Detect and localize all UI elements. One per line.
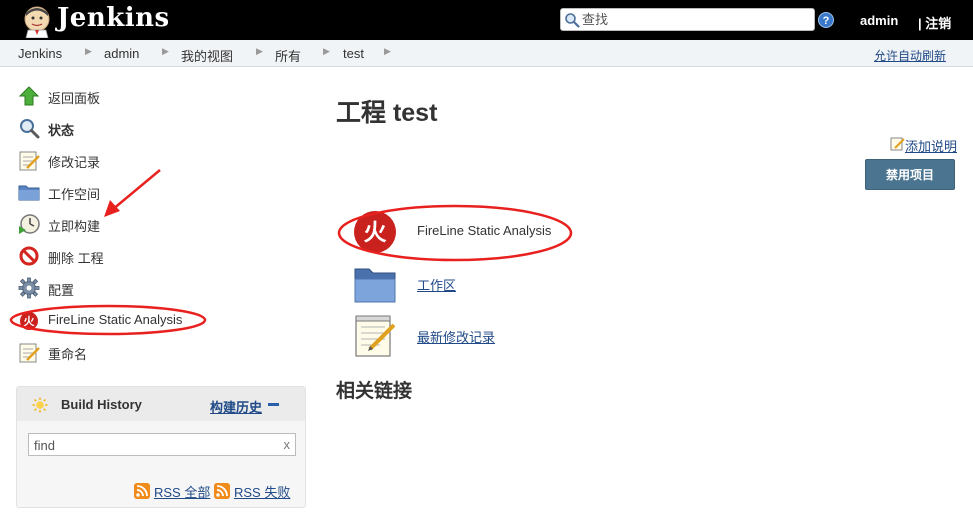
clock-play-icon xyxy=(19,214,40,234)
breadcrumb-jenkins[interactable]: Jenkins xyxy=(18,46,62,61)
fireline-link-label[interactable]: FireLine Static Analysis xyxy=(417,223,551,238)
task-delete-project[interactable]: 删除 工程 xyxy=(18,244,298,268)
task-label[interactable]: 删除 工程 xyxy=(48,248,104,267)
breadcrumb-admin[interactable]: admin xyxy=(104,46,139,61)
folder-icon xyxy=(18,185,40,201)
up-arrow-icon xyxy=(18,86,40,106)
main-link-fireline[interactable]: 火 FireLine Static Analysis xyxy=(352,209,652,255)
main-link-recent-changes[interactable]: 最新修改记录 xyxy=(352,313,652,359)
breadcrumb-my-views[interactable]: 我的视图 xyxy=(181,46,233,65)
task-label[interactable]: 修改记录 xyxy=(48,152,100,171)
rss-all-label[interactable]: RSS 全部 xyxy=(154,482,210,501)
notepad-icon xyxy=(355,315,396,357)
fireline-icon: 火 xyxy=(20,312,38,330)
breadcrumb-chevron-icon: ▶ xyxy=(256,46,263,56)
build-history-widget: Build History 构建历史 x RSS 全部 RSS 失败 xyxy=(16,386,306,508)
collapse-icon[interactable] xyxy=(268,403,279,406)
task-build-now[interactable]: 立即构建 xyxy=(18,212,298,236)
edit-notepad-icon xyxy=(890,137,905,151)
search-icon xyxy=(565,13,580,28)
magnifier-icon xyxy=(20,119,40,139)
breadcrumb-chevron-icon: ▶ xyxy=(162,46,169,56)
task-workspace[interactable]: 工作空间 xyxy=(18,180,298,204)
jenkins-logo-icon[interactable] xyxy=(20,4,54,38)
notepad-icon xyxy=(19,343,40,363)
task-back-to-dashboard[interactable]: 返回面板 xyxy=(18,84,298,108)
workspace-link-label[interactable]: 工作区 xyxy=(417,275,456,294)
help-icon[interactable]: ? xyxy=(818,12,834,28)
clear-filter-icon[interactable]: x xyxy=(284,437,291,452)
task-fireline[interactable]: 火 FireLine Static Analysis xyxy=(18,308,298,332)
search-input[interactable] xyxy=(582,10,810,29)
related-links-heading: 相关链接 xyxy=(336,381,413,402)
task-rename[interactable]: 重命名 xyxy=(18,340,298,364)
task-label[interactable]: 返回面板 xyxy=(48,88,100,107)
user-link[interactable]: admin xyxy=(860,13,898,28)
rss-icon xyxy=(214,483,230,499)
logout-link[interactable]: | 注销 xyxy=(918,13,951,32)
auto-refresh-link[interactable]: 允许自动刷新 xyxy=(874,47,946,64)
add-description-link[interactable]: 添加说明 xyxy=(890,136,957,155)
disable-project-button[interactable]: 禁用项目 xyxy=(865,159,955,190)
main-link-workspace[interactable]: 工作区 xyxy=(352,261,652,307)
breadcrumb-chevron-icon: ▶ xyxy=(384,46,391,56)
breadcrumb-all[interactable]: 所有 xyxy=(275,46,301,65)
no-entry-icon xyxy=(19,246,39,266)
build-filter-box[interactable]: x xyxy=(28,433,296,456)
build-history-title: Build History xyxy=(61,397,142,412)
svg-text:火: 火 xyxy=(24,315,36,328)
build-history-header: Build History 构建历史 xyxy=(17,387,305,421)
breadcrumb-chevron-icon: ▶ xyxy=(85,46,92,56)
recent-changes-link-label[interactable]: 最新修改记录 xyxy=(417,327,495,346)
build-filter-input[interactable] xyxy=(34,436,274,454)
breadcrumb-chevron-icon: ▶ xyxy=(323,46,330,56)
search-box[interactable] xyxy=(560,8,815,31)
gear-icon xyxy=(18,277,40,299)
task-label[interactable]: 重命名 xyxy=(48,344,87,363)
task-label[interactable]: 立即构建 xyxy=(48,216,100,235)
breadcrumb: Jenkins ▶ admin ▶ 我的视图 ▶ 所有 ▶ test ▶ 允许自… xyxy=(0,40,973,67)
sun-icon xyxy=(32,397,48,413)
task-changes[interactable]: 修改记录 xyxy=(18,148,298,172)
folder-icon xyxy=(354,268,396,303)
fireline-icon: 火 xyxy=(354,211,396,253)
task-label[interactable]: 工作空间 xyxy=(48,184,100,203)
notepad-icon xyxy=(19,151,40,171)
task-configure[interactable]: 配置 xyxy=(18,276,298,300)
breadcrumb-test[interactable]: test xyxy=(343,46,364,61)
page-title: 工程 test xyxy=(336,99,438,127)
rss-failed-label[interactable]: RSS 失败 xyxy=(234,482,290,501)
task-label[interactable]: 配置 xyxy=(48,280,74,299)
task-label[interactable]: FireLine Static Analysis xyxy=(48,312,182,327)
brand-title[interactable]: Jenkins xyxy=(57,3,170,33)
task-label[interactable]: 状态 xyxy=(48,120,74,139)
rss-icon xyxy=(134,483,150,499)
build-trend-link[interactable]: 构建历史 xyxy=(210,397,262,416)
add-description-label[interactable]: 添加说明 xyxy=(905,139,957,154)
top-header: Jenkins ? admin | 注销 xyxy=(0,0,973,40)
task-status[interactable]: 状态 xyxy=(18,116,298,140)
svg-text:火: 火 xyxy=(364,220,387,246)
